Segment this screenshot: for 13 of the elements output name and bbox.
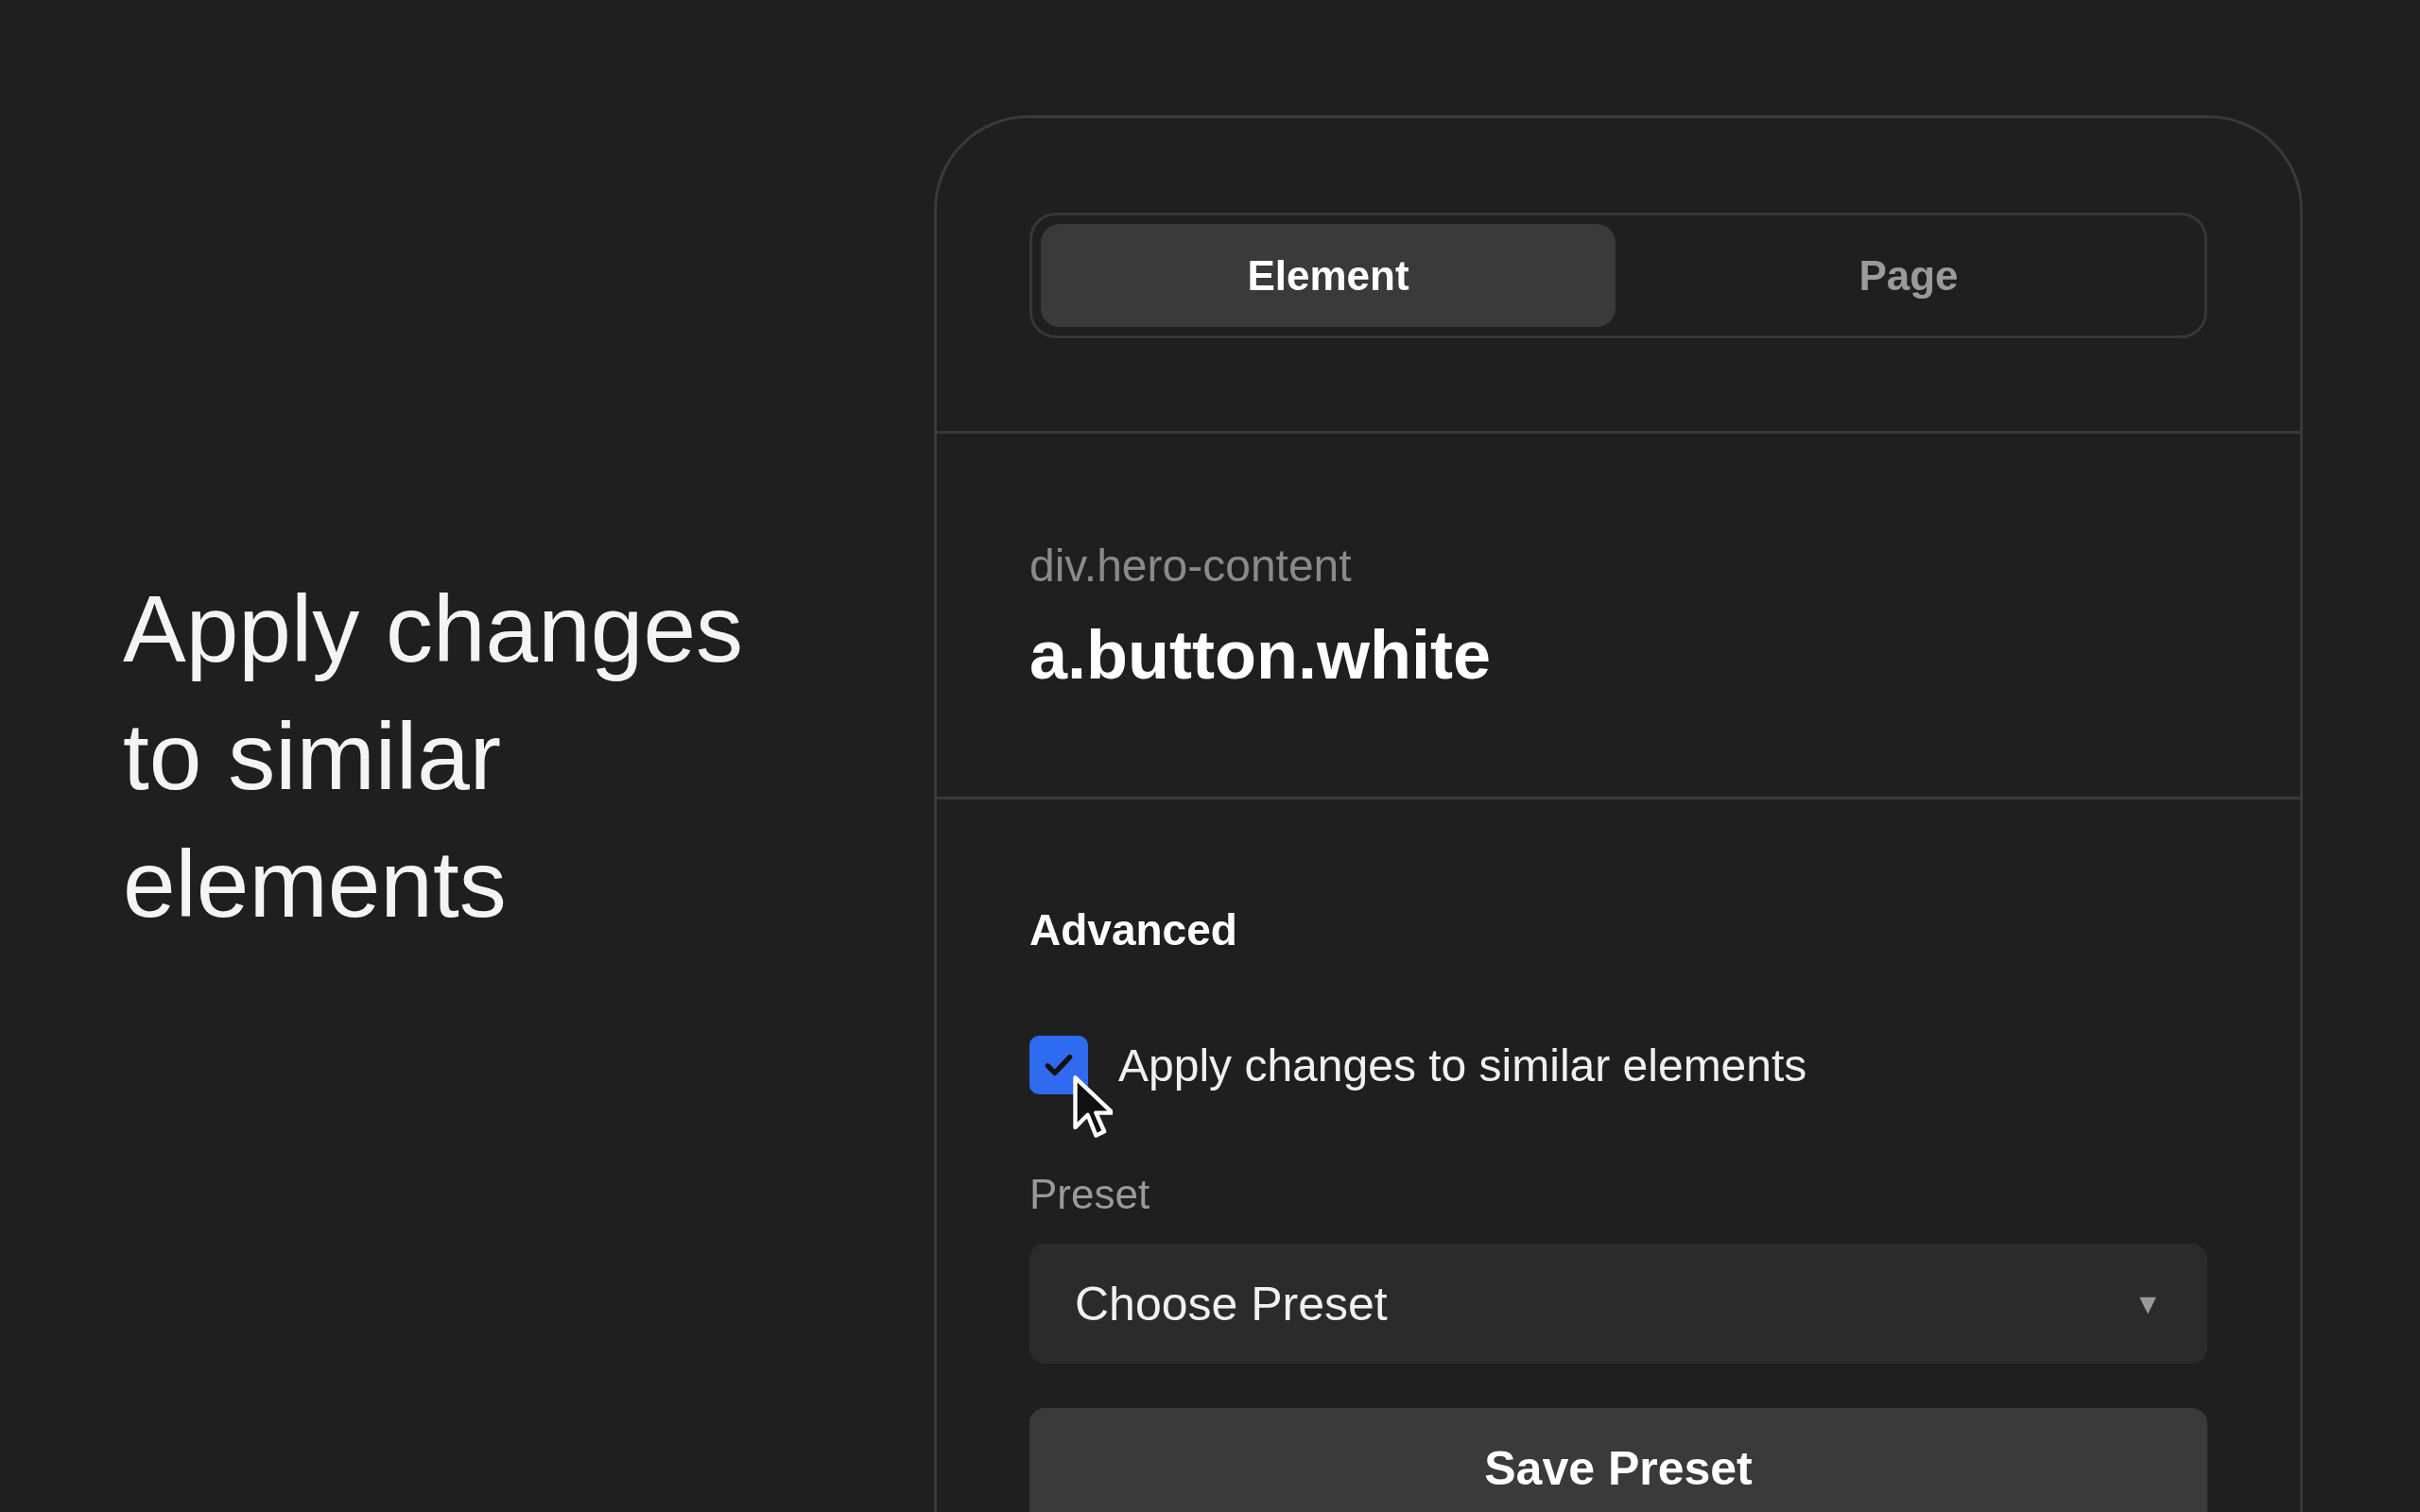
tab[interactable]: Page bbox=[1621, 224, 2196, 327]
preset-dropdown[interactable]: Choose Preset ▼ bbox=[1029, 1244, 2207, 1364]
checkbox-label: Apply changes to similar elements bbox=[1118, 1039, 1807, 1091]
pointer-cursor-icon bbox=[1071, 1074, 1113, 1140]
caret-icon: ▼ bbox=[2134, 1287, 2162, 1320]
parent-selector: div.hero-content bbox=[1029, 540, 1353, 593]
section-title: Advanced bbox=[1029, 904, 1238, 956]
save-preset-button[interactable]: Save Preset bbox=[1029, 1408, 2207, 1512]
headline: Apply changes to similar elements bbox=[123, 574, 744, 938]
field-label: Preset bbox=[1029, 1170, 1151, 1219]
checkbox[interactable] bbox=[1029, 1036, 1088, 1094]
selector-title: a.button.white bbox=[1029, 616, 1492, 695]
tab[interactable]: Element bbox=[1041, 224, 1616, 327]
